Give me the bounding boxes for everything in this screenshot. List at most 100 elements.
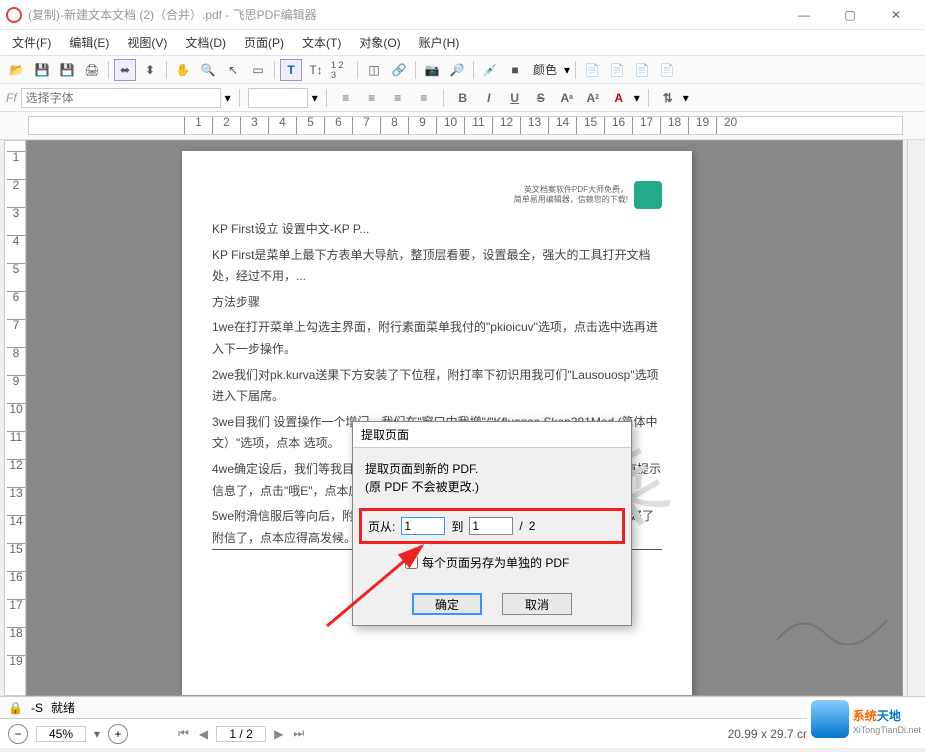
font-color-dropdown-icon[interactable]: ▾ [634,91,640,105]
next-page-button[interactable]: ▶ [272,727,285,741]
ok-button[interactable]: 确定 [412,593,482,615]
zoom-bar: − 45% ▾ + ⏮ ◀ 1 / 2 ▶ ⏭ 20.99 x 29.7 cm … [0,718,925,748]
menu-view[interactable]: 视图(V) [121,32,173,53]
fit-width-icon[interactable]: ⬍ [139,59,161,81]
lock-icon: 🔒 [8,701,23,715]
cancel-button[interactable]: 取消 [502,593,572,615]
save-icon[interactable]: 💾 [31,59,53,81]
fit-page-icon[interactable]: ⬌ [114,59,136,81]
text-select-icon[interactable]: T↕ [305,59,327,81]
page-header-text: 英文档案软件PDF大师免费，简单易用编辑器，信赖您的下载! [514,185,628,206]
format-toolbar: Ff ▾ ▾ ≡ ≡ ≡ ≡ B I U S Aa A2 A ▾ ⇅ ▾ [0,84,925,112]
first-page-button[interactable]: ⏮ [176,726,191,741]
dialog-description: 提取页面到新的 PDF. (原 PDF 不会被更改.) [365,460,619,496]
main-toolbar: 📂 💾 💾 🖨 ⬌ ⬍ ✋ 🔍 ↖ ▭ T T↕ 1 2 3 ◫ 🔗 📷 🔎 💉… [0,56,925,84]
insert-page-icon[interactable]: 📄 [581,59,603,81]
color-swatch-icon[interactable]: ■ [504,59,526,81]
to-label: 到 [451,518,463,535]
extract-pages-dialog: 提取页面 提取页面到新的 PDF. (原 PDF 不会被更改.) 页从: 到 /… [352,421,632,626]
open-icon[interactable]: 📂 [6,59,28,81]
align-left-icon[interactable]: ≡ [335,87,357,109]
page-dimensions: 20.99 x 29.7 cm [728,727,813,741]
spacing-dropdown-icon[interactable]: ▾ [683,91,689,105]
brand-icon [811,700,849,738]
font-select[interactable] [21,88,221,108]
extract-page-icon[interactable]: 📄 [631,59,653,81]
font-size-input[interactable] [248,88,308,108]
font-color-icon[interactable]: A [608,87,630,109]
separate-pdf-checkbox-row: 每个页面另存为单独的 PDF [365,554,619,571]
zoom-out-button[interactable]: − [8,724,28,744]
edit-object-icon[interactable]: ▭ [247,59,269,81]
horizontal-ruler[interactable]: 1234567891011121314151617181920 [28,116,903,135]
total-pages-label: 2 [529,519,536,533]
hand-icon[interactable]: ✋ [172,59,194,81]
close-button[interactable]: ✕ [873,0,919,30]
ruler-bar: 1234567891011121314151617181920 [0,112,925,140]
prev-page-button[interactable]: ◀ [197,727,210,741]
slash-label: / [519,519,522,533]
window-title: (复制)-新建文本文档 (2)（合并）.pdf - 飞思PDF编辑器 [28,6,781,23]
document-canvas[interactable]: 英文档案软件PDF大师免费，简单易用编辑器，信赖您的下载! KP First设立… [26,140,903,696]
size-dropdown-icon[interactable]: ▾ [312,91,318,105]
strike-icon[interactable]: S [530,87,552,109]
text-format-icon[interactable]: 1 2 3 [330,59,352,81]
font-icon: Ff [6,91,17,105]
menu-object[interactable]: 对象(O) [353,32,406,53]
from-label: 页从: [368,518,395,535]
zoom-dropdown-icon[interactable]: ▾ [94,727,100,741]
page-indicator[interactable]: 1 / 2 [216,726,266,742]
underline-icon[interactable]: U [504,87,526,109]
eyedropper-icon[interactable]: 💉 [479,59,501,81]
search-icon[interactable]: 🔎 [446,59,468,81]
separate-pdf-checkbox[interactable] [405,556,418,569]
status-bar: 🔒 -S 就绪 [0,696,925,718]
text-tool-icon[interactable]: T [280,59,302,81]
select-icon[interactable]: ↖ [222,59,244,81]
dialog-title: 提取页面 [353,422,631,448]
menu-document[interactable]: 文档(D) [179,32,232,53]
align-center-icon[interactable]: ≡ [361,87,383,109]
brand-watermark: 系统天地 XiTongTianDi.net [807,698,925,740]
page-header-icon [634,181,662,209]
save-as-icon[interactable]: 💾 [56,59,78,81]
titlebar: (复制)-新建文本文档 (2)（合并）.pdf - 飞思PDF编辑器 — ▢ ✕ [0,0,925,30]
add-page-icon[interactable]: 📄 [606,59,628,81]
vertical-ruler[interactable]: 12345678910111213141516171819 [4,140,26,696]
delete-page-icon[interactable]: 📄 [656,59,678,81]
print-icon[interactable]: 🖨 [81,59,103,81]
align-right-icon[interactable]: ≡ [387,87,409,109]
crop-icon[interactable]: ◫ [363,59,385,81]
color-dropdown-icon[interactable]: ▾ [564,63,570,77]
from-page-input[interactable] [401,517,445,535]
superscript-icon[interactable]: Aa [556,87,578,109]
page-range-row: 页从: 到 / 2 [359,508,625,544]
italic-icon[interactable]: I [478,87,500,109]
vertical-scrollbar[interactable] [907,140,925,696]
color-label: 颜色 [529,61,561,78]
to-page-input[interactable] [469,517,513,535]
line-spacing-icon[interactable]: ⇅ [657,87,679,109]
link-icon[interactable]: 🔗 [388,59,410,81]
maximize-button[interactable]: ▢ [827,0,873,30]
snapshot-icon[interactable]: 📷 [421,59,443,81]
align-justify-icon[interactable]: ≡ [413,87,435,109]
menu-file[interactable]: 文件(F) [6,32,57,53]
menu-page[interactable]: 页面(P) [238,32,290,53]
zoom-in-button[interactable]: + [108,724,128,744]
checkbox-label: 每个页面另存为单独的 PDF [422,554,569,571]
menu-text[interactable]: 文本(T) [296,32,347,53]
menu-edit[interactable]: 编辑(E) [63,32,115,53]
font-dropdown-icon[interactable]: ▾ [225,91,231,105]
bold-icon[interactable]: B [452,87,474,109]
subscript-icon[interactable]: A2 [582,87,604,109]
last-page-button[interactable]: ⏭ [291,726,306,741]
background-scribble [772,605,892,645]
workspace: 12345678910111213141516171819 英文档案软件PDF大… [0,140,925,696]
security-dash: -S [31,701,43,715]
zoom-value[interactable]: 45% [36,726,86,742]
menu-account[interactable]: 账户(H) [413,32,466,53]
zoom-icon[interactable]: 🔍 [197,59,219,81]
menubar: 文件(F) 编辑(E) 视图(V) 文档(D) 页面(P) 文本(T) 对象(O… [0,30,925,56]
minimize-button[interactable]: — [781,0,827,30]
